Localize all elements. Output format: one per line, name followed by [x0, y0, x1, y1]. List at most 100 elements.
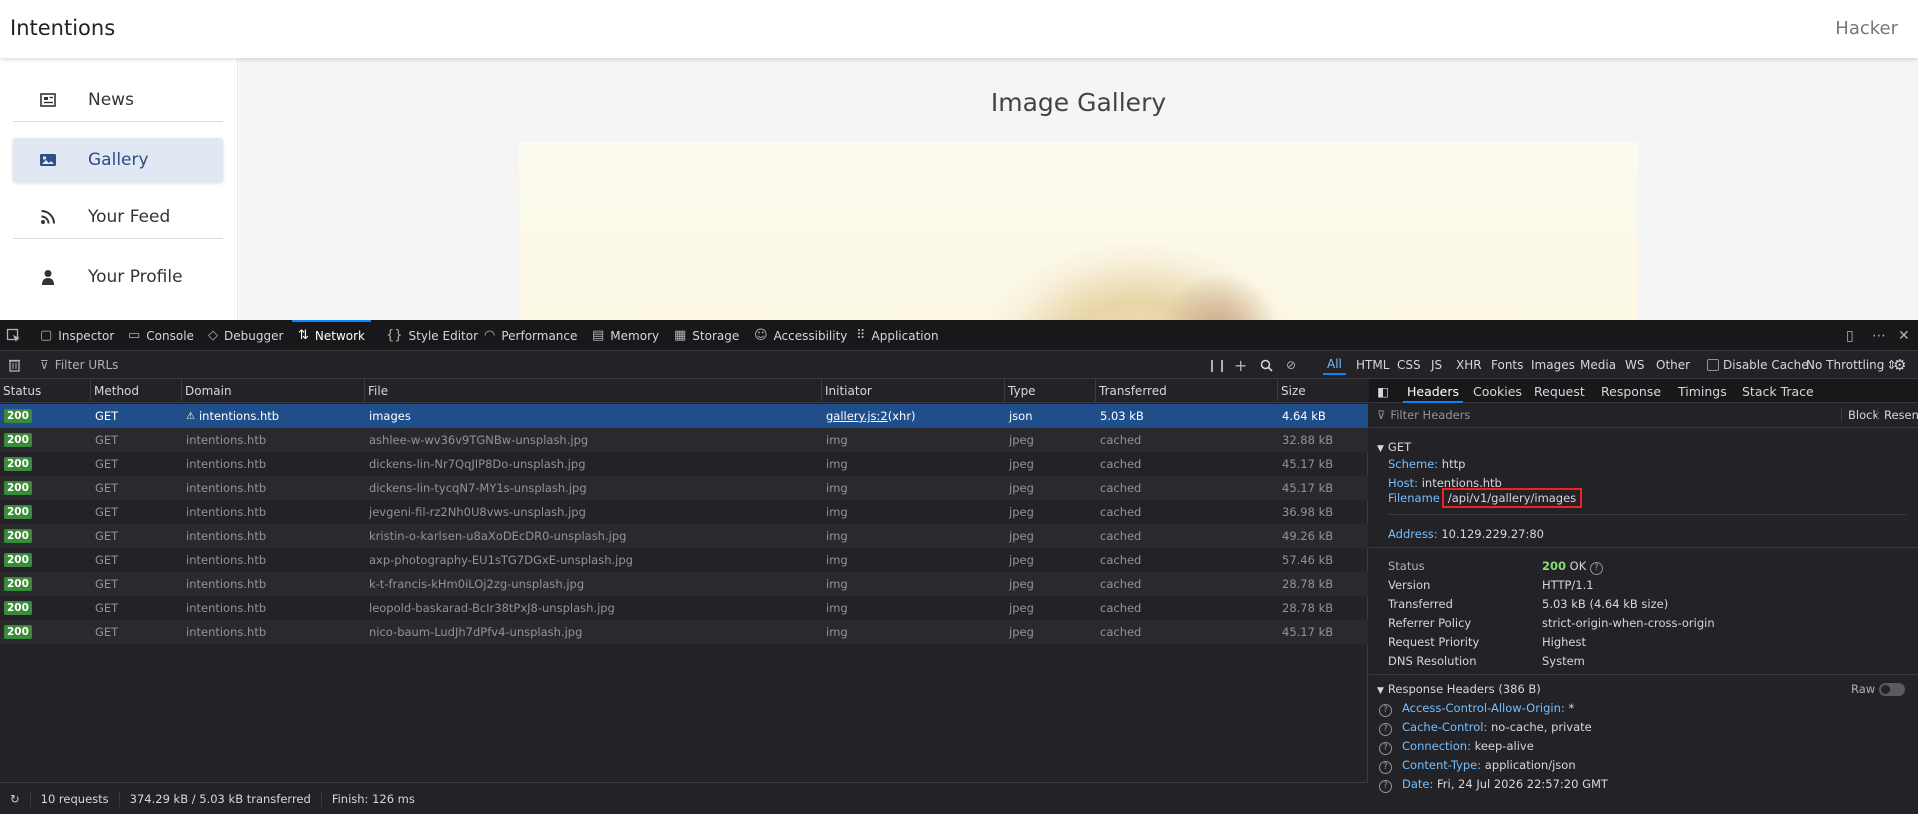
tab-request[interactable]: Request [1534, 379, 1585, 403]
cell-file: leopold-baskarad-BcIr38tPxJ8-unsplash.jp… [369, 601, 615, 615]
cell-domain: intentions.htb [186, 457, 267, 471]
disable-cache-label: Disable Cache [1723, 358, 1809, 372]
cell-domain: ⚠ intentions.htb [182, 404, 365, 428]
tab-debugger[interactable]: ◇ Debugger [208, 320, 283, 351]
tab-application[interactable]: ⠿ Application [856, 320, 939, 351]
filter-type-fonts[interactable]: Fonts [1487, 355, 1527, 375]
column-header-transferred[interactable]: Transferred [1096, 379, 1278, 403]
sidebar-item-news[interactable]: News [13, 78, 223, 122]
tab-headers[interactable]: Headers [1402, 379, 1464, 403]
filter-type-js[interactable]: JS [1427, 355, 1446, 375]
block-icon[interactable]: ⊘ [1286, 351, 1296, 379]
close-devtools-icon[interactable]: ✕ [1898, 320, 1910, 351]
cell-size: 45.17 kB [1282, 457, 1334, 471]
filter-type-html[interactable]: HTML [1352, 355, 1393, 375]
search-icon[interactable] [1260, 351, 1273, 379]
tab-stack-trace[interactable]: Stack Trace [1742, 379, 1814, 403]
throttling-select[interactable]: No Throttling ⇕ [1806, 351, 1896, 379]
help-icon[interactable]: ? [1379, 761, 1392, 774]
cell-status: 200 [0, 428, 91, 452]
sidebar-item-your-profile[interactable]: Your Profile [13, 255, 223, 299]
reload-icon[interactable]: ↻ [0, 790, 31, 807]
tab-storage[interactable]: ▦ Storage [674, 320, 739, 351]
add-icon[interactable]: + [1234, 351, 1247, 379]
sidebar-item-gallery[interactable]: Gallery [13, 138, 223, 182]
more-options-icon[interactable]: ⋯ [1872, 320, 1886, 351]
help-icon[interactable]: ? [1589, 562, 1603, 575]
table-row[interactable]: 200 GET ⚠ intentions.htb images gallery.js:2 … [0, 404, 1368, 428]
cell-size: 36.98 kB [1282, 505, 1334, 519]
filename-value-highlighted[interactable]: /api/v1/gallery/images [1441, 488, 1583, 508]
status-badge: 200 [4, 529, 32, 543]
tab-cookies[interactable]: Cookies [1473, 379, 1522, 403]
gallery-image[interactable] [519, 142, 1637, 320]
tab-label: Accessibility [773, 328, 848, 343]
main-content: Image Gallery [239, 58, 1918, 320]
filter-type-images[interactable]: Images [1527, 355, 1579, 375]
table-row[interactable]: 200 GET intentions.htb jevgeni-fil-rz2Nh0U8… [0, 500, 1368, 524]
table-row[interactable]: 200 GET intentions.htb ashlee-w-wv36v9TGNBw… [0, 428, 1368, 452]
image-icon [38, 150, 58, 170]
settings-gear-icon[interactable]: ⚙ [1893, 351, 1906, 379]
cell-method: GET [95, 601, 119, 615]
tab-network[interactable]: ⇅ Network [291, 320, 372, 351]
tab-inspector[interactable]: ▢ Inspector [40, 320, 114, 351]
sidebar-item-your-feed[interactable]: Your Feed [13, 195, 223, 239]
pause-icon[interactable]: ❙❙ [1207, 351, 1227, 379]
dock-side-icon[interactable]: ▯ [1846, 320, 1854, 351]
column-header-size[interactable]: Size [1278, 379, 1368, 403]
tab-timings[interactable]: Timings [1678, 379, 1727, 403]
status-badge: 200 [4, 481, 32, 495]
help-icon[interactable]: ? [1379, 704, 1392, 717]
toggle-sidebar-icon[interactable]: ◧ [1377, 379, 1389, 403]
filter-headers-input[interactable]: ⊽ Filter Headers Block Resend [1369, 403, 1918, 428]
column-header-status[interactable]: Status [0, 379, 91, 403]
filter-type-other[interactable]: Other [1652, 355, 1694, 375]
filter-type-all[interactable]: All [1323, 355, 1346, 375]
table-row[interactable]: 200 GET intentions.htb nico-baum-LudJh7dPfv… [0, 620, 1368, 644]
cell-transferred: 5.03 kB [1100, 409, 1144, 423]
tab-accessibility[interactable]: ☺ Accessibility [754, 320, 847, 351]
initiator-value[interactable]: gallery.js:2 [826, 409, 888, 423]
table-row[interactable]: 200 GET intentions.htb dickens-lin-tycqN7-M… [0, 476, 1368, 500]
column-header-domain[interactable]: Domain [182, 379, 365, 403]
tab-console[interactable]: ▭ Console [128, 320, 194, 351]
table-row[interactable]: 200 GET intentions.htb axp-photography-EU1s… [0, 548, 1368, 572]
block-button[interactable]: Block [1841, 408, 1879, 422]
column-header-initiator[interactable]: Initiator [822, 379, 1005, 403]
filter-type-media[interactable]: Media [1576, 355, 1620, 375]
cell-initiator: img [822, 620, 1005, 644]
filter-type-xhr[interactable]: XHR [1452, 355, 1486, 375]
table-row[interactable]: 200 GET intentions.htb leopold-baskarad-BcI… [0, 596, 1368, 620]
clear-requests-icon[interactable] [8, 351, 21, 379]
response-headers-toggle[interactable]: ▼ Response Headers (386 B) [1377, 682, 1541, 696]
request-section-toggle[interactable]: ▼ GET [1377, 440, 1411, 454]
tab-style-editor[interactable]: {} Style Editor [386, 320, 478, 351]
tab-response[interactable]: Response [1601, 379, 1661, 403]
disable-cache-checkbox[interactable]: Disable Cache [1707, 351, 1809, 379]
tab-performance[interactable]: ◠ Performance [484, 320, 577, 351]
help-icon[interactable]: ? [1379, 723, 1392, 736]
user-menu[interactable]: Hacker [1835, 18, 1898, 39]
address-row: Address: 10.129.229.27:80 [1388, 527, 1544, 541]
table-row[interactable]: 200 GET intentions.htb kristin-o-karlsen-u8… [0, 524, 1368, 548]
brand-title[interactable]: Intentions [10, 16, 115, 40]
resend-button[interactable]: Resend [1877, 408, 1918, 422]
request-list: Status Method Domain File Initiator Type… [0, 379, 1368, 782]
help-icon[interactable]: ? [1379, 780, 1392, 793]
filter-type-css[interactable]: CSS [1393, 355, 1425, 375]
tab-memory[interactable]: ▤ Memory [592, 320, 659, 351]
raw-toggle[interactable]: Raw [1851, 682, 1905, 696]
help-icon[interactable]: ? [1379, 742, 1392, 755]
filter-urls-input[interactable]: ⊽ Filter URLs [40, 351, 1190, 379]
raw-switch[interactable] [1878, 683, 1905, 696]
column-header-method[interactable]: Method [91, 379, 182, 403]
table-row[interactable]: 200 GET intentions.htb dickens-lin-Nr7QqJIP… [0, 452, 1368, 476]
column-header-type[interactable]: Type [1005, 379, 1096, 403]
column-header-file[interactable]: File [365, 379, 822, 403]
cell-domain: intentions.htb [186, 577, 267, 591]
table-row[interactable]: 200 GET intentions.htb k-t-francis-kHm0iLOj… [0, 572, 1368, 596]
filter-type-ws[interactable]: WS [1621, 355, 1648, 375]
cell-transferred: cached [1100, 433, 1142, 447]
element-picker-button[interactable] [6, 320, 27, 351]
